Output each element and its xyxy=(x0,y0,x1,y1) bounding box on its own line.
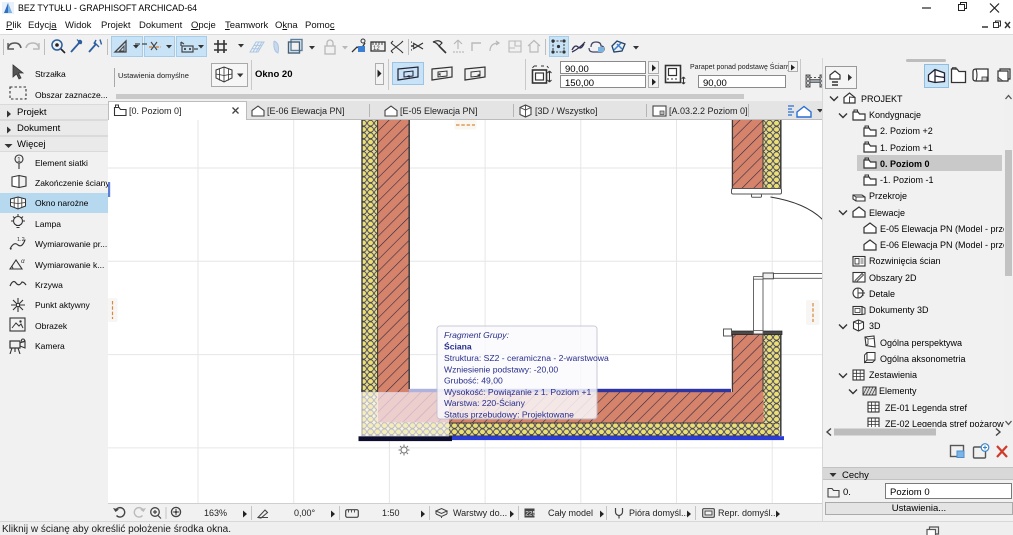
svg-text:1: 1 xyxy=(17,157,21,164)
svg-text:Fragment Grupy:: Fragment Grupy: xyxy=(444,330,510,340)
svg-text:Grubość: 49,00: Grubość: 49,00 xyxy=(444,376,503,386)
svg-text:Wysokość: Powiązanie z 1. Pozi: Wysokość: Powiązanie z 1. Poziom +1 xyxy=(444,387,591,397)
svg-text:225: 225 xyxy=(525,511,535,518)
svg-text:Struktura: SZ2 - ceramiczna -: Struktura: SZ2 - ceramiczna - 2-warstwow… xyxy=(444,353,609,363)
svg-text:1.2: 1.2 xyxy=(17,237,25,243)
svg-text:α: α xyxy=(21,258,25,265)
svg-text:Ściana: Ściana xyxy=(444,341,472,352)
svg-text:Warstwa: 220-Ściany: Warstwa: 220-Ściany xyxy=(444,397,526,408)
svg-text:12: 12 xyxy=(373,46,380,52)
svg-text:Status przebudowy: Projektowan: Status przebudowy: Projektowane xyxy=(444,410,574,420)
svg-text:Wzniesienie podstawy: -20,00: Wzniesienie podstawy: -20,00 xyxy=(444,364,558,374)
